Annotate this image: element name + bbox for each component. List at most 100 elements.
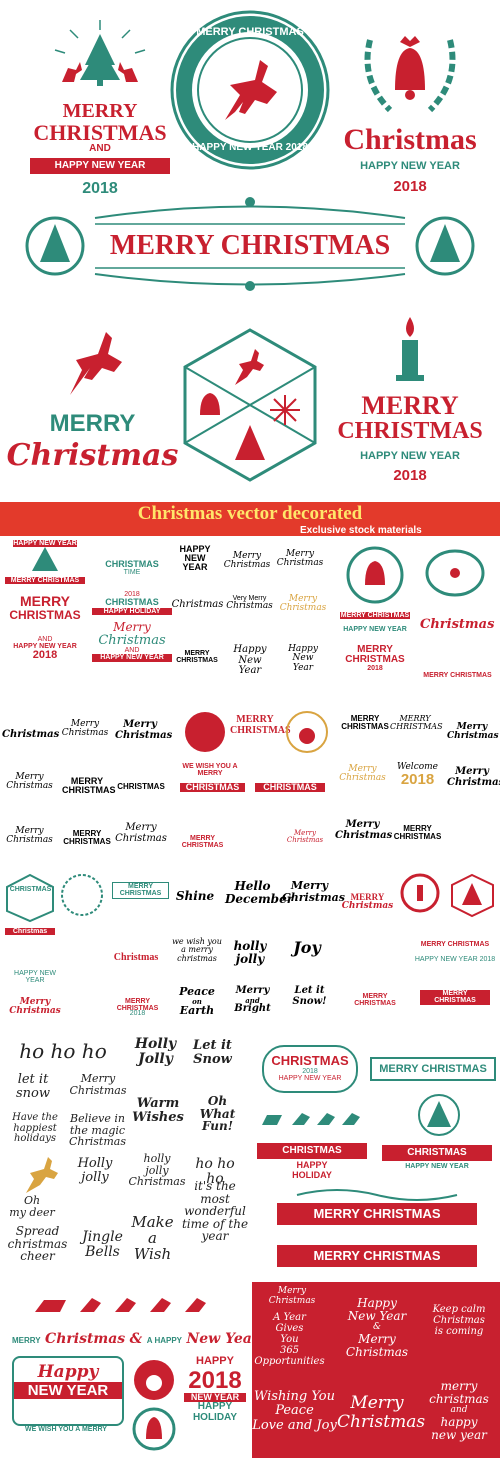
g1d-t1: MERRY CHRISTMAS [340, 612, 410, 620]
lt-t11: Wishes [132, 1109, 184, 1125]
g1b-t5: HAPPY HOLIDAY [92, 607, 172, 615]
lr-t11: MERRY CHRISTMAS [277, 1245, 477, 1267]
lt-t36: cheer [20, 1249, 55, 1264]
g1b-t2: TIME [123, 569, 141, 577]
g3b-pe: Peace on Earth [172, 986, 222, 1016]
g1b-t7: Christmas [98, 632, 166, 648]
g1a: HAPPY NEW YEAR MERRY CHRISTMAS MERRY CHR… [5, 540, 85, 662]
g2b-t6: MERRY CHRISTMAS [181, 835, 224, 850]
g1d-t6: 2018 [367, 665, 383, 672]
g2c-welcome: Welcome 2018 [390, 762, 445, 789]
bl-line: MERRY Christmas & A HAPPY New Year [12, 1330, 259, 1348]
lt-t10: Warm [136, 1096, 180, 1111]
rp-t2: Christmas [268, 1295, 316, 1306]
g3b-t4: Merry [290, 879, 329, 892]
g3b-mb: Merry and Bright [225, 985, 280, 1014]
rp-t19: Merry [350, 1393, 404, 1413]
g2c-t4: CHRISTMAS [390, 722, 443, 732]
lt-mc: Merry Christmas [68, 1073, 128, 1096]
badge6-line2: CHRISTMAS [337, 418, 483, 444]
g2c-mc3: Merry Christmas [335, 764, 390, 784]
rp-kc: Keep calm Christmas is coming [420, 1304, 498, 1337]
g2c-t2: CHRISTMAS [341, 722, 389, 732]
lt-scc: Spread christmas cheer [5, 1225, 70, 1263]
g2b: MERRY CHRISTMAS WE WISH YOU A MERRY CHRIS… [170, 705, 335, 860]
g3b-t1: Shine [175, 889, 215, 903]
badge-round-reindeer: MERRY CHRISTMAS HAPPY NEW YEAR 2018 [170, 10, 330, 170]
g1d: MERRY CHRISTMAS HAPPY NEW YEAR Christmas… [335, 540, 495, 705]
rp-t13: Keep calm [432, 1304, 486, 1315]
preview-grid-3: CHRISTMAS MERRY CHRISTMAS Christmas Chris… [0, 868, 500, 1030]
lt-t31: wonderful [184, 1204, 246, 1219]
g1b-t9: HAPPY NEW YEAR [92, 654, 172, 662]
g1c-mc4: MERRY CHRISTMAS [172, 650, 222, 665]
g1a-christmas: CHRISTMAS [9, 608, 81, 623]
g3b-t7: holly [233, 939, 267, 953]
g3c: MERRY Christmas MERRY CHRISTMAS HAPPY NEW… [340, 868, 500, 1030]
g1b: CHRISTMAS TIME 2018 CHRISTMAS HAPPY HOLI… [92, 559, 172, 662]
g2c-t6: 2018 [400, 771, 435, 789]
badge2-ring-bottom: HAPPY NEW YEAR 2018 [192, 142, 308, 153]
hexagon-icons [183, 328, 317, 482]
badge4-line2: Christmas [6, 438, 179, 473]
g1c-mc1: Merry Christmas [222, 551, 272, 571]
snowman-badge-icon [286, 711, 328, 753]
g2a-mc6: MERRY CHRISTMAS [62, 829, 112, 847]
lt-bim: Believe in the magic Christmas [65, 1113, 130, 1148]
bl-a-happy: A HAPPY [146, 1336, 182, 1345]
rp-t15: is coming [434, 1326, 484, 1337]
rp-t17: Peace [275, 1403, 314, 1419]
rp-mc1: Merry Christmas [257, 1286, 327, 1307]
reindeer-tree-icon [54, 20, 146, 86]
rp-mc2: Merry Christmas [337, 1393, 426, 1432]
g1c-mc2: Merry Christmas [275, 549, 325, 569]
g3c-t5: MERRY [362, 993, 388, 1000]
lt-ls: let it snow [8, 1073, 58, 1100]
g3b-t3: December [225, 891, 294, 906]
g1c-hny: HAPPY NEW YEAR [175, 545, 215, 572]
badge3-word: Christmas [343, 123, 477, 156]
labels-set: CHRISTMAS 2018 HAPPY NEW YEAR MERRY CHRI… [252, 1035, 500, 1280]
g2c-mc7: Merry Christmas [447, 766, 500, 788]
lt-t12: Oh [207, 1094, 228, 1108]
rp-mchny: merry christmas and happy new year [420, 1379, 498, 1443]
g3a-t4: Christmas [5, 928, 55, 936]
g3a-t8: 2018 [129, 1010, 146, 1017]
lt-hj: Holly Jolly [128, 1037, 183, 1066]
g3b-t10: Peace [179, 985, 215, 998]
badge6-year: 2018 [393, 467, 427, 484]
lr-t2: 2018 [302, 1068, 318, 1075]
g3c-t6: CHRISTMAS [354, 1000, 396, 1008]
g2a: Christmas Merry Christmas Merry Christmas … [0, 705, 172, 860]
g2a-t7: Christmas [6, 781, 53, 792]
reindeer-badge-icon [185, 712, 225, 752]
g3a: CHRISTMAS MERRY CHRISTMAS Christmas Chris… [0, 868, 170, 1030]
lt-t7: snow [16, 1085, 50, 1101]
lt-maw: Make a Wish [125, 1214, 180, 1262]
g1c-t7: Christmas [276, 558, 324, 569]
lt-hth: Have the happiest holidays [5, 1112, 65, 1145]
rp-t20: Christmas [337, 1411, 426, 1432]
g3a-t2: MERRY [127, 883, 154, 890]
tree-hexagon-icon [451, 873, 494, 918]
lt-t18: Believe in [70, 1112, 125, 1125]
g1c-t17: Year [238, 665, 262, 676]
g1a-title: MERRY CHRISTMAS [5, 577, 85, 585]
preview-grid-2: Christmas Merry Christmas Merry Christmas … [0, 705, 500, 860]
bl-amp: & [129, 1331, 143, 1347]
g3b-t17: Snow! [292, 995, 327, 1007]
lt-t29: it's the [194, 1179, 236, 1193]
g2a-t1: Christmas [2, 729, 60, 740]
badge6-line1: MERRY [361, 391, 459, 420]
rp-t7: Opportunities [254, 1356, 325, 1367]
g2b-t5: CHRISTMAS [255, 782, 325, 793]
g3c-mc2: MERRY CHRISTMAS [345, 993, 405, 1008]
g2b-t3: WE WISH YOU A MERRY [182, 763, 238, 778]
banner-title: Christmas vector decorated [137, 503, 363, 524]
g1d-t2: HAPPY NEW YEAR [343, 626, 407, 633]
lt-t14: Fun! [201, 1119, 234, 1134]
reindeer-icon [70, 332, 122, 395]
bl-christmas: Christmas [45, 1331, 126, 1347]
lt-t28: my deer [9, 1205, 55, 1219]
g3b-t12: Earth [179, 1003, 215, 1017]
